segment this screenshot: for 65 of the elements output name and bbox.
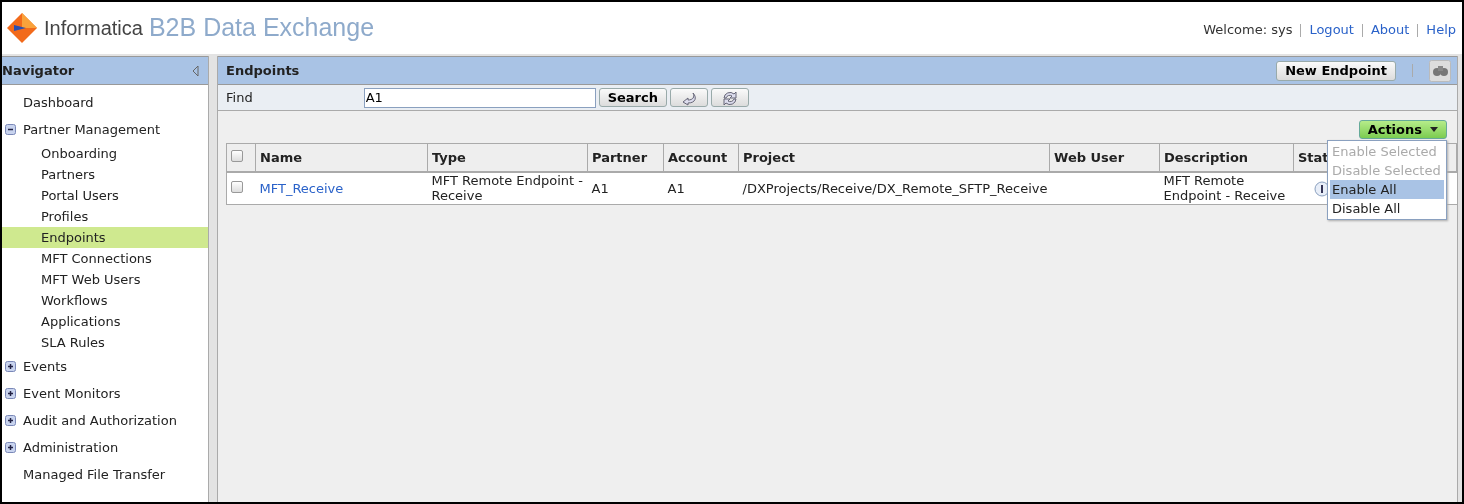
- nav-item[interactable]: Applications: [2, 311, 208, 332]
- table-cell: /DXProjects/Receive/DX_Remote_SFTP_Receive: [742, 180, 1048, 196]
- column-header: Project: [743, 149, 796, 165]
- nav-item[interactable]: Events: [2, 353, 208, 380]
- nav-item[interactable]: Event Monitors: [2, 380, 208, 407]
- column-header: Name: [260, 149, 302, 165]
- nav-item[interactable]: Administration: [2, 434, 208, 461]
- nav-item[interactable]: Audit and Authorization: [2, 407, 208, 434]
- table-cell: A1: [667, 180, 685, 196]
- column-header: Web User: [1054, 149, 1125, 165]
- expand-icon[interactable]: [5, 388, 16, 399]
- nav-item[interactable]: MFT Connections: [2, 248, 208, 269]
- brand-name: Informatica: [44, 16, 143, 41]
- column-header: Partner: [592, 149, 648, 165]
- actions-button[interactable]: Actions: [1358, 120, 1447, 139]
- nav-item[interactable]: Portal Users: [2, 185, 208, 206]
- nav-item[interactable]: Managed File Transfer: [2, 461, 208, 488]
- column-header: Account: [668, 149, 728, 165]
- new-endpoint-button[interactable]: New Endpoint: [1276, 60, 1396, 81]
- refresh-button[interactable]: [710, 88, 749, 107]
- table-cell: MFT Remote Endpoint - Receive: [1163, 173, 1286, 204]
- column-header: Description: [1164, 149, 1249, 165]
- header-link[interactable]: About: [1370, 20, 1410, 40]
- nav-item[interactable]: Partner Management: [2, 116, 208, 143]
- nav-item[interactable]: MFT Web Users: [2, 269, 208, 290]
- nav-item[interactable]: Partners: [2, 164, 208, 185]
- expand-icon[interactable]: [5, 442, 16, 453]
- nav-label: Administration: [23, 438, 119, 457]
- column-header: Stat: [1298, 149, 1329, 165]
- collapse-icon[interactable]: [5, 124, 16, 135]
- search-button[interactable]: Search: [598, 88, 667, 107]
- binoculars-icon[interactable]: [1429, 59, 1451, 82]
- logo-icon: [6, 12, 38, 44]
- table-cell: MFT Remote Endpoint - Receive: [431, 173, 583, 204]
- clear-button[interactable]: [669, 88, 708, 107]
- nav-label: Partner Management: [23, 120, 160, 139]
- nav-item[interactable]: Profiles: [2, 206, 208, 227]
- nav-item[interactable]: Dashboard: [2, 89, 208, 116]
- nav-item[interactable]: Workflows: [2, 290, 208, 311]
- search-field[interactable]: A1: [363, 87, 596, 108]
- nav-label: Managed File Transfer: [23, 465, 166, 484]
- header-link[interactable]: Logout: [1309, 20, 1354, 40]
- table-cell: A1: [591, 180, 609, 196]
- nav-item[interactable]: Endpoints: [2, 227, 208, 248]
- welcome-text: Welcome: sys: [1203, 21, 1293, 40]
- nav-item[interactable]: Onboarding: [2, 143, 208, 164]
- caret-icon: [1430, 127, 1438, 132]
- nav-label: Audit and Authorization: [23, 411, 177, 430]
- navigator-title: Navigator: [2, 61, 75, 80]
- find-label: Find: [226, 88, 253, 107]
- menu-item[interactable]: Enable All: [1330, 180, 1444, 199]
- nav-label: Events: [23, 357, 67, 376]
- header-link[interactable]: Help: [1426, 20, 1456, 40]
- panel-title: Endpoints: [226, 61, 300, 80]
- expand-icon[interactable]: [5, 361, 16, 372]
- endpoint-link[interactable]: MFT_Receive: [259, 180, 344, 196]
- expand-icon[interactable]: [5, 415, 16, 426]
- menu-item[interactable]: Disable All: [1330, 199, 1444, 218]
- nav-label: Dashboard: [23, 93, 94, 112]
- product-name: B2B Data Exchange: [148, 12, 375, 44]
- select-all-checkbox[interactable]: [231, 149, 243, 162]
- row-checkbox[interactable]: [231, 180, 243, 193]
- column-header: Type: [432, 149, 466, 165]
- nav-item[interactable]: SLA Rules: [2, 332, 208, 353]
- nav-label: Event Monitors: [23, 384, 121, 403]
